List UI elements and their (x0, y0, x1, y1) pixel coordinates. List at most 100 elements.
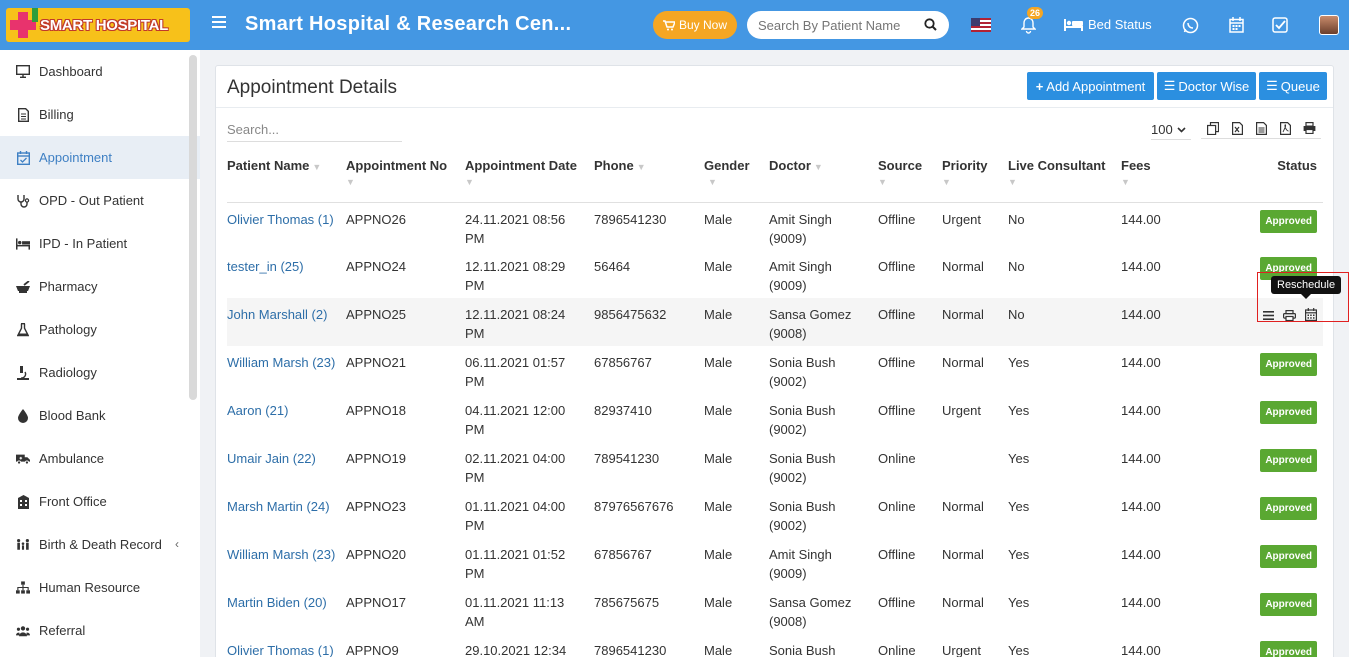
sidebar-item-label: Radiology (39, 365, 97, 380)
doctor: Sonia Bush (9002) (769, 499, 836, 533)
live-consultant: Yes (1008, 643, 1030, 657)
patient-link[interactable]: William Marsh (23) (227, 355, 335, 370)
sidebar-item-appointment[interactable]: Appointment (0, 136, 200, 179)
gender: Male (704, 547, 733, 562)
pdf-icon[interactable] (1273, 118, 1297, 138)
csv-icon[interactable] (1249, 118, 1273, 138)
doctor-wise-button[interactable]: ☰ Doctor Wise (1157, 72, 1256, 100)
queue-button[interactable]: ☰ Queue (1259, 72, 1327, 100)
add-appointment-button[interactable]: + Add Appointment (1027, 72, 1154, 100)
sidebar-item-birth-death[interactable]: Birth & Death Record ‹ (0, 523, 200, 566)
menu-toggle-icon[interactable] (212, 16, 226, 30)
sidebar-item-radiology[interactable]: Radiology (0, 351, 200, 394)
appointment-no: APPNO20 (346, 547, 406, 562)
table-row: William Marsh (23) APPNO21 06.11.2021 01… (227, 346, 1323, 394)
buy-now-button[interactable]: Buy Now (653, 11, 737, 39)
page-length-select[interactable]: 100 (1151, 122, 1191, 140)
patient-search[interactable] (747, 11, 949, 39)
phone: 56464 (594, 259, 631, 274)
patient-search-input[interactable] (758, 17, 918, 33)
live-consultant: Yes (1008, 451, 1030, 466)
live-consultant: Yes (1008, 403, 1030, 418)
copy-icon[interactable] (1201, 118, 1225, 138)
sidebar-item-ambulance[interactable]: Ambulance (0, 437, 200, 480)
stethoscope-icon (16, 194, 30, 208)
excel-icon[interactable] (1225, 118, 1249, 138)
col-doctor[interactable]: Doctor ▼ (769, 150, 878, 203)
status-badge: Approved (1260, 497, 1317, 520)
appointment-date: 29.10.2021 12:34 (465, 643, 567, 657)
sidebar-item-billing[interactable]: Billing (0, 93, 200, 136)
sidebar: Dashboard Billing Appointment OPD - Out … (0, 50, 200, 657)
sidebar-item-referral[interactable]: Referral (0, 609, 200, 652)
patient-link[interactable]: Marsh Martin (24) (227, 499, 330, 514)
search-icon[interactable] (924, 18, 937, 31)
col-fees[interactable]: Fees ▼ (1121, 150, 1231, 203)
page-length-value: 100 (1151, 122, 1173, 137)
us-flag-icon[interactable] (971, 18, 991, 32)
patient-link[interactable]: Aaron (21) (227, 403, 288, 418)
fees: 144.00 (1121, 298, 1231, 346)
source: Offline (878, 259, 916, 274)
patient-link[interactable]: Olivier Thomas (1) (227, 643, 334, 657)
buy-now-label: Buy Now (678, 18, 728, 32)
list-icon: ☰ (1163, 78, 1176, 93)
task-check-icon[interactable] (1270, 15, 1290, 35)
logo[interactable]: SMART HOSPITAL (6, 8, 190, 42)
appointment-no: APPNO19 (346, 451, 406, 466)
patient-link[interactable]: Olivier Thomas (1) (227, 212, 334, 227)
logo-text: SMART HOSPITAL (40, 16, 169, 34)
export-toolbar (1201, 118, 1321, 139)
col-phone[interactable]: Phone ▼ (594, 150, 704, 203)
col-gender[interactable]: Gender ▼ (704, 150, 769, 203)
patient-link[interactable]: tester_in (25) (227, 259, 304, 274)
priority: Urgent (942, 643, 982, 657)
appointment-no: APPNO17 (346, 595, 406, 610)
sidebar-item-front-office[interactable]: Front Office (0, 480, 200, 523)
sidebar-item-label: Billing (39, 107, 74, 122)
sidebar-item-opd[interactable]: OPD - Out Patient (0, 179, 200, 222)
sidebar-scrollbar[interactable] (189, 55, 197, 400)
table-row: Olivier Thomas (1) APPNO26 24.11.2021 08… (227, 202, 1323, 250)
building-icon (16, 494, 30, 509)
appointment-no: APPNO21 (346, 355, 406, 370)
gender: Male (704, 403, 733, 418)
sidebar-item-pathology[interactable]: Pathology (0, 308, 200, 351)
user-avatar[interactable] (1319, 15, 1339, 35)
sidebar-item-human-resource[interactable]: Human Resource (0, 566, 200, 609)
sidebar-item-blood-bank[interactable]: Blood Bank (0, 394, 200, 437)
status-badge: Approved (1260, 641, 1317, 657)
col-priority[interactable]: Priority ▼ (942, 150, 1008, 203)
whatsapp-icon[interactable] (1180, 15, 1200, 35)
sidebar-item-label: Referral (39, 623, 86, 638)
table-search-input[interactable]: Search... (227, 120, 402, 142)
patient-link[interactable]: Martin Biden (20) (227, 595, 327, 610)
print-icon[interactable] (1297, 118, 1321, 138)
calendar-icon[interactable] (1226, 15, 1246, 35)
patient-link[interactable]: Umair Jain (22) (227, 451, 316, 466)
sidebar-item-ipd[interactable]: IPD - In Patient (0, 222, 200, 265)
sidebar-item-label: Pharmacy (39, 279, 98, 294)
col-live-consultant[interactable]: Live Consultant ▼ (1008, 150, 1121, 203)
patient-link[interactable]: John Marshall (2) (227, 307, 327, 322)
bed-status-link[interactable]: Bed Status (1064, 17, 1152, 32)
sidebar-item-pharmacy[interactable]: Pharmacy (0, 265, 200, 308)
invoice-icon (16, 107, 30, 122)
col-source[interactable]: Source ▼ (878, 150, 942, 203)
table-row-hovered: John Marshall (2) APPNO25 12.11.2021 08:… (227, 298, 1323, 346)
patient-link[interactable]: William Marsh (23) (227, 547, 335, 562)
doctor: Sonia Bush (9002) (769, 403, 836, 437)
phone: 67856767 (594, 355, 652, 370)
col-appointment-no[interactable]: Appointment No ▼ (346, 150, 465, 203)
logo-cross-icon (6, 8, 40, 42)
col-patient-name[interactable]: Patient Name ▼ (227, 150, 346, 203)
priority: Normal (942, 499, 984, 514)
col-appointment-date[interactable]: Appointment Date ▼ (465, 150, 594, 203)
users-icon (16, 624, 30, 638)
chevron-left-icon[interactable]: ‹ (175, 537, 179, 551)
source: Online (878, 643, 916, 657)
col-status[interactable]: Status (1231, 150, 1323, 203)
fees: 144.00 (1121, 451, 1161, 466)
sidebar-item-dashboard[interactable]: Dashboard (0, 50, 200, 93)
doctor: Amit Singh (9009) (769, 259, 832, 293)
